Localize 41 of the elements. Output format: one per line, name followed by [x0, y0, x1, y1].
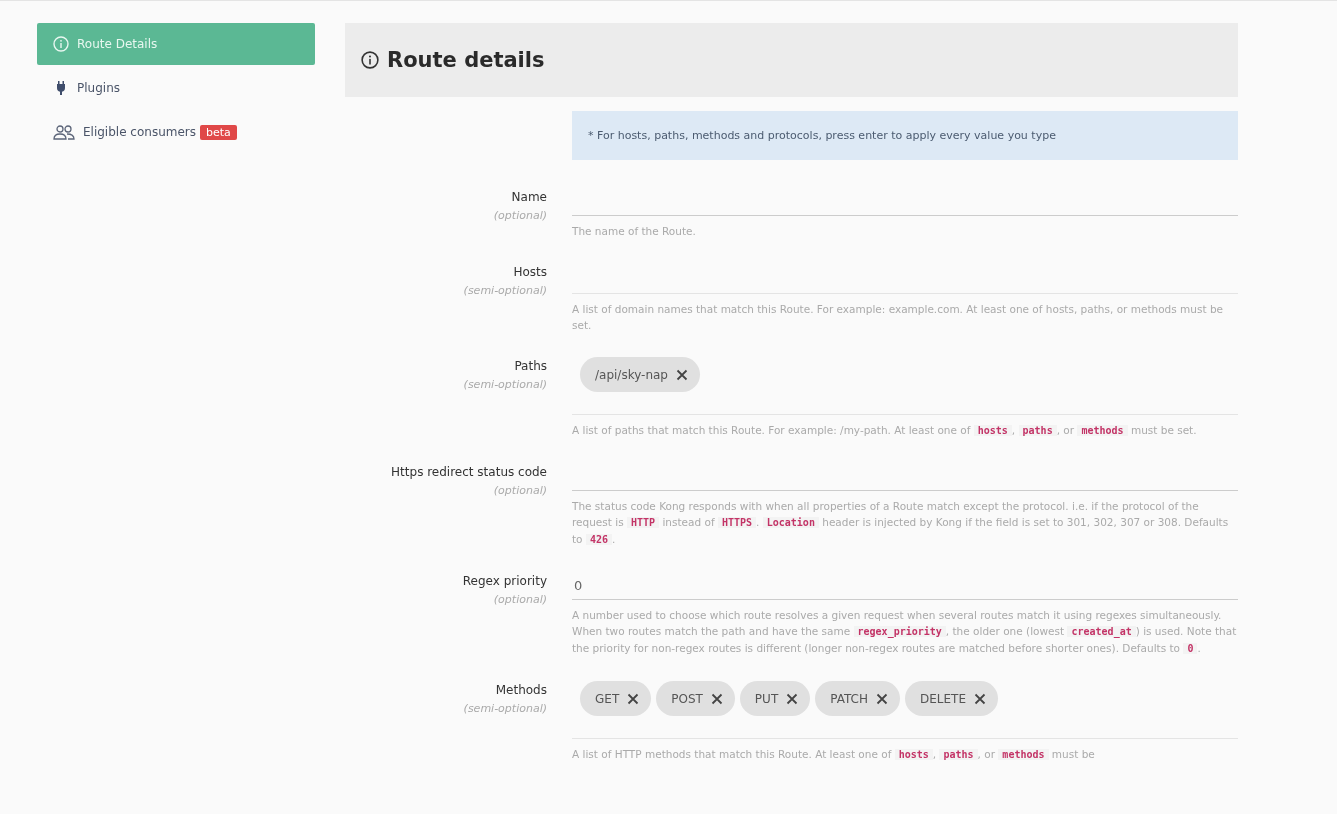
info-icon [53, 36, 69, 52]
field-requirement: (optional) [493, 209, 547, 222]
tag-chip: PUT [739, 681, 811, 716]
field-requirement: (optional) [493, 593, 547, 606]
help-text: The name of the Route. [572, 224, 697, 239]
section-title: Route details [387, 48, 545, 72]
field-label: Name [511, 190, 547, 204]
tag-chip: DELETE [905, 681, 998, 716]
field-label: Regex priority [462, 574, 547, 588]
tag-chip: /api/sky-nap [580, 357, 700, 392]
beta-badge: beta [200, 124, 237, 140]
remove-icon[interactable] [710, 692, 723, 705]
field-label: Hosts [513, 265, 547, 279]
help-text: A list of paths that match this Route. For example: /my-path. At least one of hosts , paths , or methods must be set. [572, 423, 1198, 438]
sidebar-item[interactable]: Eligible consumers beta [37, 111, 315, 153]
field-requirement: (semi-optional) [463, 284, 547, 297]
field-label: Https redirect status code [391, 465, 547, 479]
field-requirement: (semi-optional) [463, 702, 547, 715]
remove-icon[interactable] [876, 692, 888, 705]
info-notice: * For hosts, paths, methods and protocols, press enter to apply every value you type [572, 111, 1238, 160]
remove-icon[interactable] [675, 368, 688, 381]
tag-chip: POST [656, 681, 735, 716]
field-requirement: (semi-optional) [463, 378, 547, 391]
field-requirement: (optional) [493, 484, 547, 497]
help-text: A number used to choose which route resolves a given request when several routes match it using regexes simultaneously. When two routes match the path and have the same regex_priority , the older one (lowest created_at ) is used. Note that the priority for non-regex routes is different (longer non-regex routes are matched before shorter ones). Defaults to 0 . [572, 608, 1238, 656]
tag-input-field[interactable]: /api/sky-nap [572, 357, 1238, 415]
help-text: A list of HTTP methods that match this Route. At least one of hosts , paths , or methods must be [572, 747, 1096, 762]
tag-chip: PATCH [815, 681, 900, 716]
help-text: A list of domain names that match this Route. For example: example.com. At least one of hosts, paths, or methods must be set. [572, 302, 1224, 333]
tag-chip: GET [580, 681, 652, 716]
help-text: The status code Kong responds with when all properties of a Route match except the protocol. i.e. if the protocol of the request is HTTP instead of HTTPS . Location header is injected by Kong if the field is set to 301, 302, 307 or 308. Defaults to 426 . [572, 499, 1230, 547]
remove-icon[interactable] [627, 692, 640, 705]
field-label: Paths [514, 359, 547, 373]
remove-icon[interactable] [786, 692, 799, 705]
tag-input-field[interactable]: GET POST PUT PATCH DELETE [572, 681, 1238, 739]
people-icon [53, 124, 75, 140]
info-icon [361, 51, 379, 69]
sidebar-item[interactable]: Plugins [37, 67, 315, 109]
field-label: Methods [495, 683, 547, 697]
remove-icon[interactable] [974, 692, 986, 705]
input-field[interactable]: 0 [572, 572, 1238, 600]
